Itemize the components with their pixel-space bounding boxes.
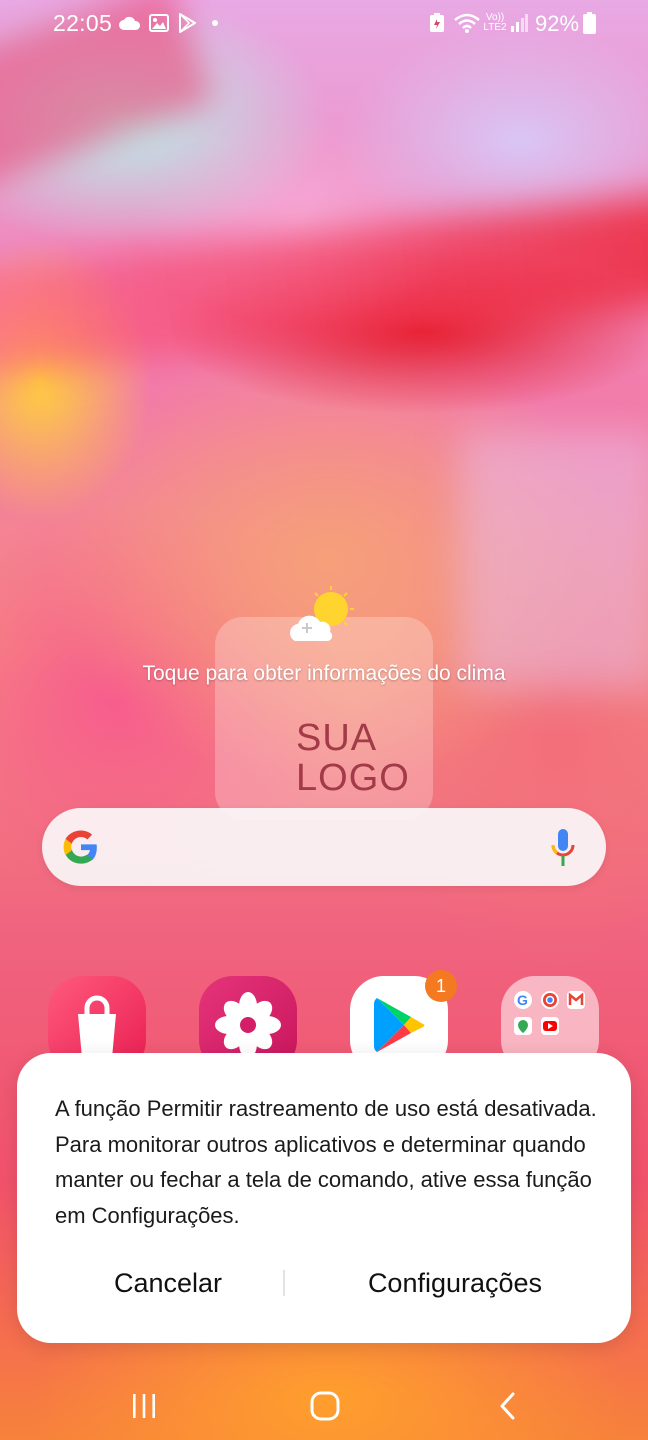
logo-text: SUA LOGO [296, 717, 410, 799]
clock: 22:05 [53, 10, 113, 36]
play-store-icon [176, 12, 198, 34]
home-icon[interactable] [305, 1388, 345, 1424]
svg-text:G: G [517, 992, 528, 1008]
navigation-bar [0, 1370, 648, 1440]
battery-percent: 92% [535, 11, 580, 36]
battery-icon [582, 12, 596, 34]
battery-saver-icon [428, 12, 446, 34]
weather-message[interactable]: Toque para obter informações do clima [0, 662, 648, 686]
network-label: Vo)) LTE2 [483, 12, 507, 33]
button-divider [283, 1270, 285, 1296]
usage-tracking-dialog: A função Permitir rastreamento de uso es… [17, 1053, 631, 1343]
google-search-bar[interactable] [42, 808, 606, 886]
notification-badge: 1 [425, 970, 457, 1002]
image-icon [148, 12, 170, 34]
sun-cloud-icon[interactable] [287, 585, 363, 643]
recents-icon[interactable] [124, 1388, 164, 1424]
microphone-icon[interactable] [550, 828, 576, 868]
cancel-button[interactable]: Cancelar [65, 1253, 271, 1313]
signal-icon [509, 12, 529, 34]
dot-icon [210, 12, 220, 34]
google-icon [63, 830, 97, 864]
wifi-icon [452, 12, 482, 34]
dialog-message: A função Permitir rastreamento de uso es… [55, 1096, 597, 1228]
volte-icon: Vo)) LTE2 [482, 12, 508, 34]
back-icon[interactable] [488, 1388, 528, 1424]
status-bar: 22:05 Vo)) LTE2 92% [0, 0, 648, 48]
settings-button[interactable]: Configurações [307, 1253, 603, 1313]
cloud-icon [118, 12, 142, 34]
